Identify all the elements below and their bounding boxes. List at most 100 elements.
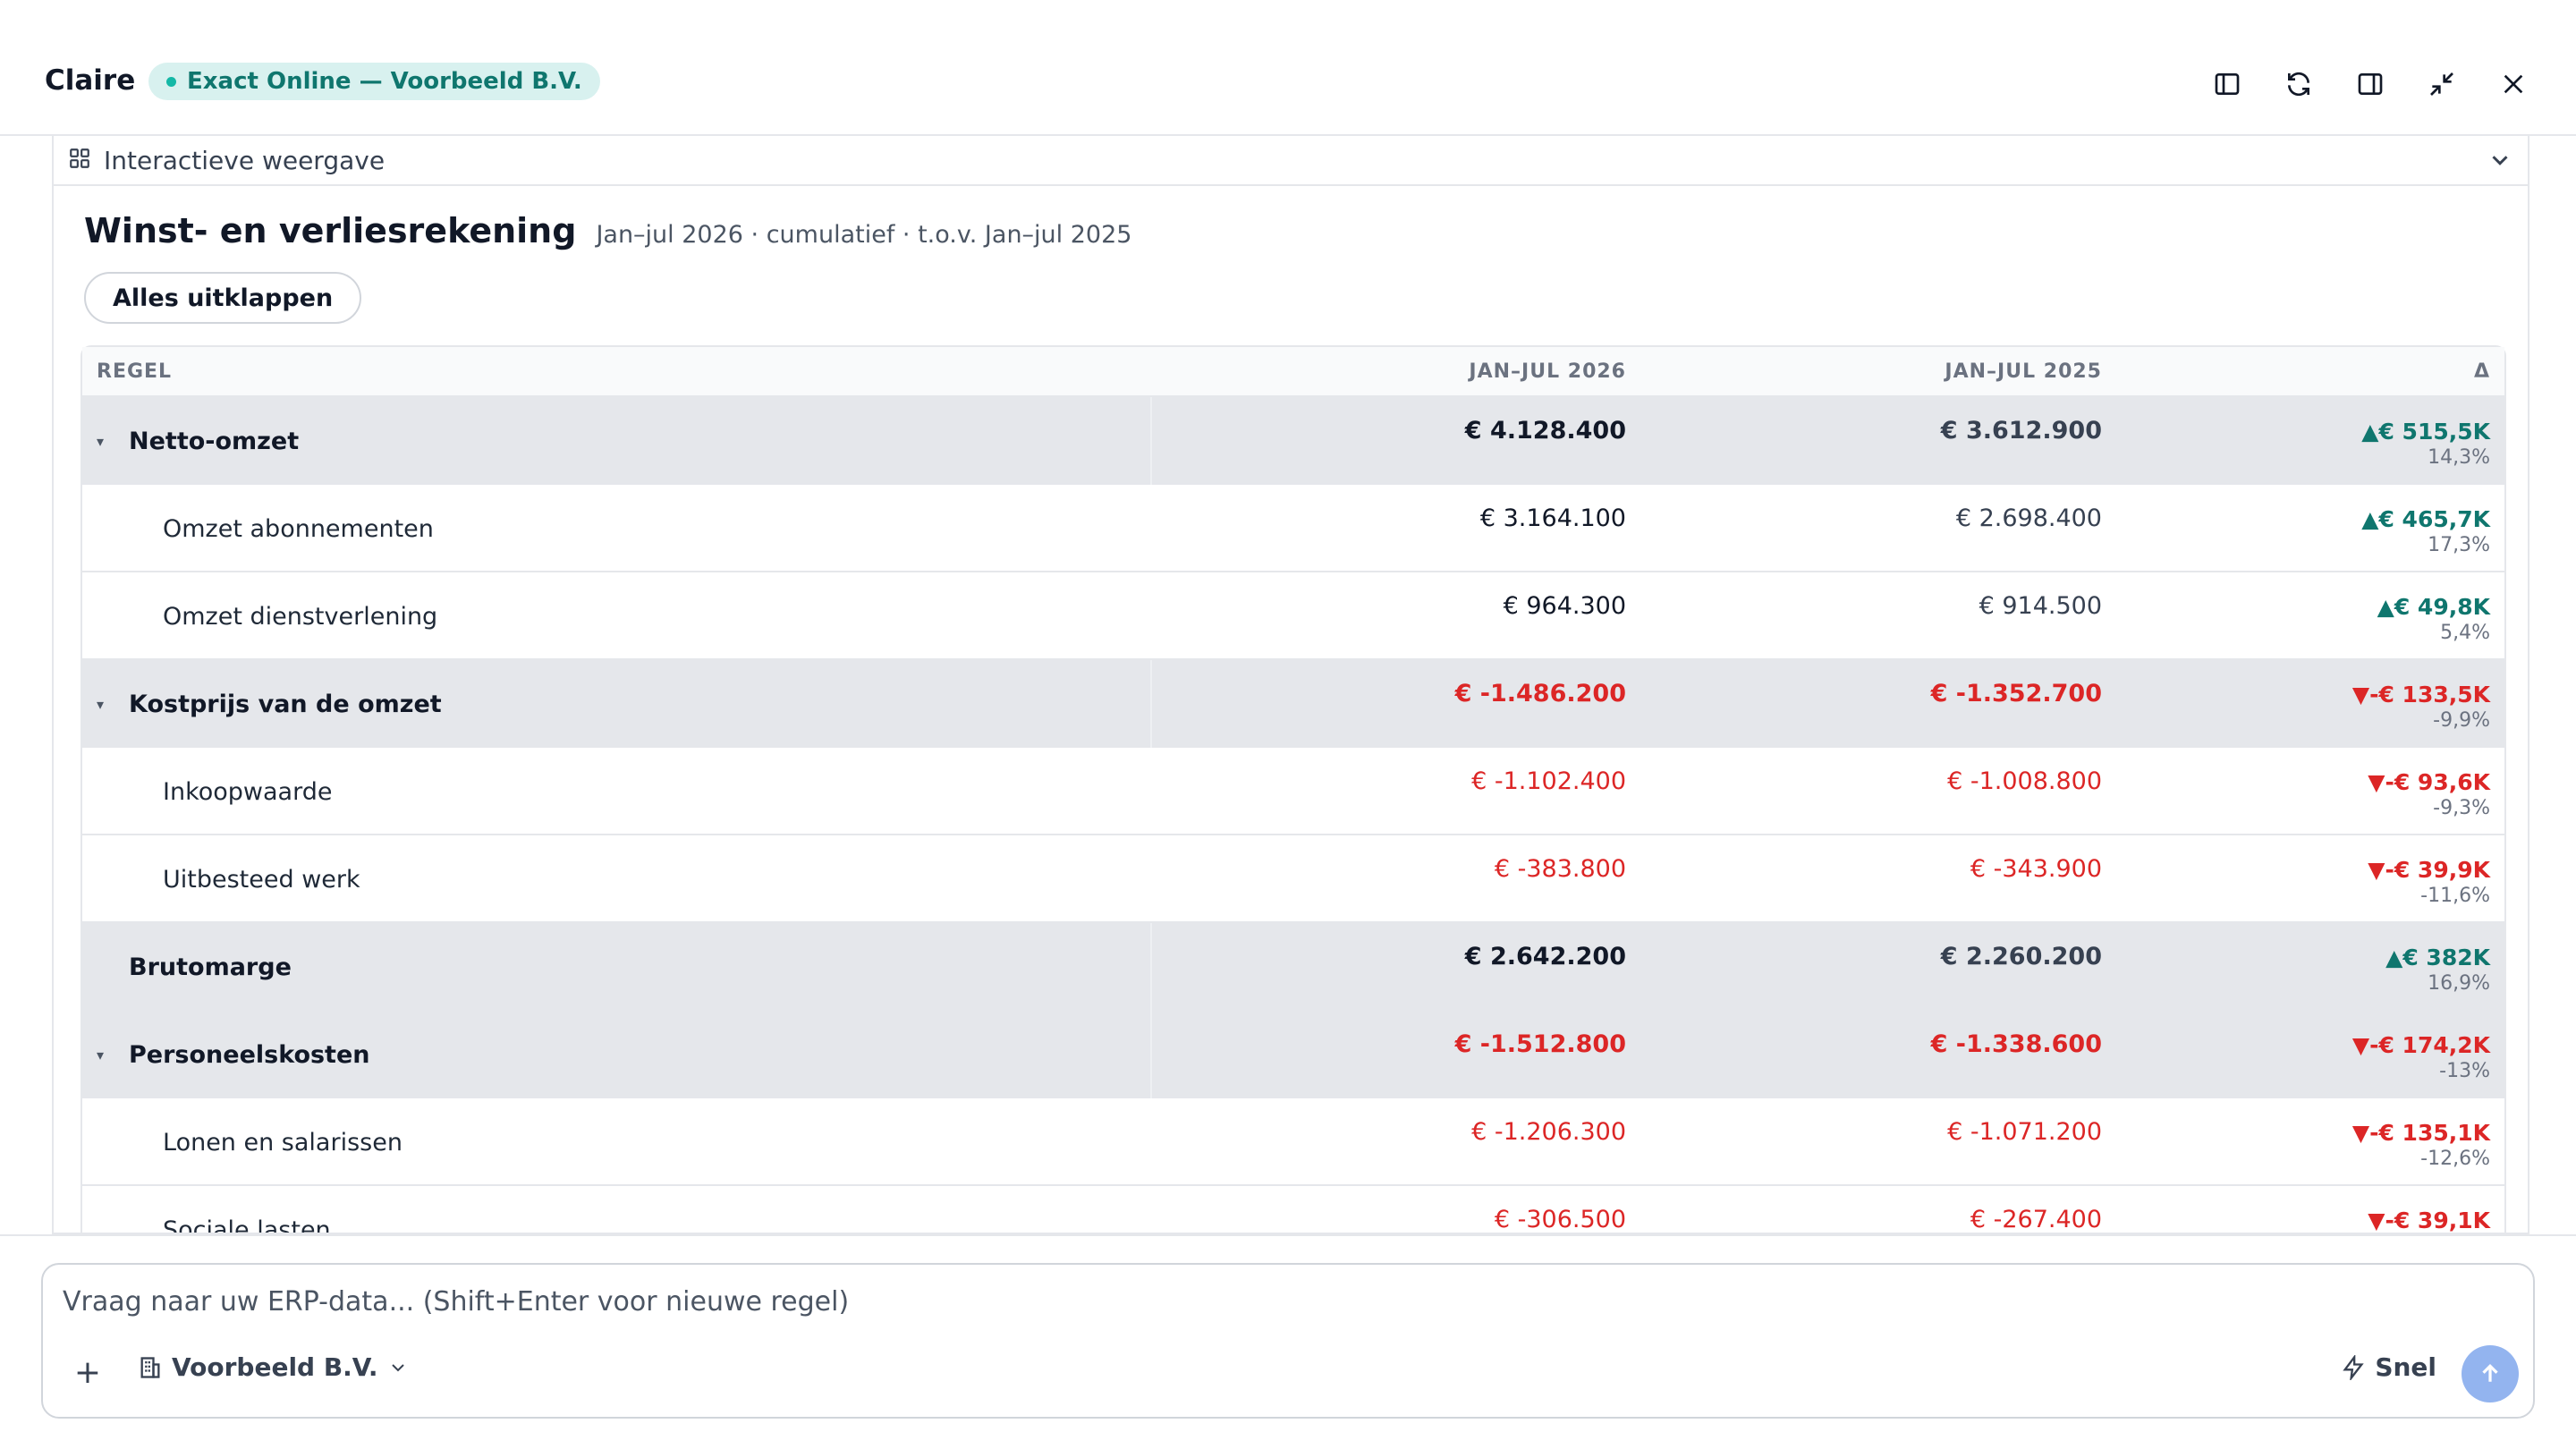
table-row: Lonen en salarissen € -1.206.300 € -1.071.…: [82, 1098, 2504, 1186]
expand-all-button[interactable]: Alles uitklappen: [84, 272, 362, 324]
refresh-icon[interactable]: [2283, 68, 2315, 100]
delta-cell: ▲€ 465,7K 17,3%: [2102, 485, 2504, 571]
value-2025: € 914.500: [1979, 592, 2102, 620]
row-label-cell: ▾ Netto-omzet: [82, 397, 1152, 485]
table-row: Inkoopwaarde € -1.102.400 € -1.008.800 ▼-€ …: [82, 748, 2504, 835]
value-2026: € -306.500: [1494, 1206, 1626, 1233]
row-label: Uitbesteed werk: [163, 865, 360, 894]
building-icon: [140, 1356, 160, 1378]
report-subtitle: Jan–jul 2026 · cumulatief · t.o.v. Jan–j…: [596, 221, 1132, 249]
caret-down-icon[interactable]: ▾: [97, 696, 129, 713]
delta-cell: ▼-€ 174,2K -13%: [2102, 1011, 2504, 1097]
app-header: Claire Exact Online — Voorbeeld B.V.: [0, 0, 2576, 136]
panel-toggle-bar[interactable]: Interactieve weergave: [54, 136, 2528, 186]
delta-value: ▼-€ 39,9K: [2368, 857, 2490, 883]
chevron-down-icon[interactable]: [2487, 147, 2513, 177]
table-row[interactable]: ▾ Personeelskosten € -1.512.800 € -1.338.60…: [82, 1011, 2504, 1098]
close-icon[interactable]: [2497, 68, 2529, 100]
row-label-cell: Uitbesteed werk: [82, 835, 1152, 923]
plus-icon[interactable]: +: [70, 1354, 106, 1391]
delta-cell: ▼-€ 93,6K -9,3%: [2102, 748, 2504, 834]
delta-percent: -11,6%: [2420, 885, 2490, 907]
value-2026: € -1.486.200: [1454, 680, 1626, 708]
value-2025: € -1.352.700: [1930, 680, 2102, 708]
row-label: Kostprijs van de omzet: [129, 690, 442, 718]
row-label-cell: Omzet abonnementen: [82, 485, 1152, 572]
table-row: Omzet abonnementen € 3.164.100 € 2.698.400…: [82, 485, 2504, 572]
delta-percent: -9,3%: [2433, 797, 2490, 819]
row-label-cell: Brutomarge: [82, 923, 1152, 1011]
row-label: Personeelskosten: [129, 1040, 370, 1069]
row-label-cell: ▾ Personeelskosten: [82, 1011, 1152, 1098]
table-header: REGEL JAN–JUL 2026 JAN–JUL 2025 Δ: [82, 347, 2504, 397]
caret-down-icon[interactable]: ▾: [97, 433, 129, 450]
delta-cell: ▼-€ 39,1K: [2102, 1186, 2504, 1233]
sidebar-right-icon[interactable]: [2354, 68, 2386, 100]
delta-value: ▲€ 465,7K: [2361, 506, 2490, 532]
chevron-down-icon: [391, 1363, 404, 1371]
delta-percent: 16,9%: [2428, 972, 2490, 995]
header-2025[interactable]: JAN–JUL 2025: [1626, 360, 2102, 383]
row-label-cell: Sociale lasten: [82, 1186, 1152, 1234]
delta-value: ▼-€ 135,1K: [2351, 1120, 2490, 1146]
header-regel[interactable]: REGEL: [82, 360, 1152, 383]
header-delta[interactable]: Δ: [2102, 360, 2504, 383]
row-label-cell: ▾ Kostprijs van de omzet: [82, 660, 1152, 748]
row-label-cell: Lonen en salarissen: [82, 1098, 1152, 1186]
delta-percent: 5,4%: [2440, 622, 2490, 644]
delta-value: ▲€ 515,5K: [2361, 419, 2490, 445]
value-2025: € 2.260.200: [1940, 943, 2102, 970]
header-2026[interactable]: JAN–JUL 2026: [1152, 360, 1626, 383]
table-row[interactable]: ▾ Netto-omzet € 4.128.400 € 3.612.900 ▲€ 515…: [82, 397, 2504, 485]
delta-percent: -9,9%: [2433, 709, 2490, 732]
table-row[interactable]: ▾ Kostprijs van de omzet € -1.486.200 € -1.…: [82, 660, 2504, 748]
connection-badge[interactable]: Exact Online — Voorbeeld B.V.: [148, 63, 600, 100]
delta-percent: -12,6%: [2420, 1148, 2490, 1170]
value-2025: € 3.612.900: [1940, 417, 2102, 445]
mode-selector[interactable]: Snel: [2341, 1352, 2436, 1382]
arrow-up-icon: [2482, 1363, 2498, 1382]
value-2026: € -383.800: [1494, 855, 1626, 883]
delta-cell: ▼-€ 135,1K -12,6%: [2102, 1098, 2504, 1184]
table-row: Uitbesteed werk € -383.800 € -343.900 ▼-€ 3…: [82, 835, 2504, 923]
connection-label: Exact Online — Voorbeeld B.V.: [187, 68, 582, 95]
row-label: Sociale lasten: [163, 1216, 331, 1234]
report-title: Winst- en verliesrekening: [84, 211, 577, 250]
value-2026: € 3.164.100: [1479, 504, 1626, 532]
row-label: Lonen en salarissen: [163, 1128, 402, 1157]
table-row: Sociale lasten € -306.500 € -267.400 ▼-€ 39…: [82, 1186, 2504, 1234]
company-selector[interactable]: Voorbeeld B.V.: [138, 1352, 409, 1382]
row-label: Omzet dienstverlening: [163, 602, 438, 631]
row-label: Omzet abonnementen: [163, 514, 434, 543]
row-label: Netto-omzet: [129, 427, 300, 455]
row-label: Inkoopwaarde: [163, 777, 333, 806]
sidebar-left-icon[interactable]: [2211, 68, 2243, 100]
value-2025: € 2.698.400: [1955, 504, 2102, 532]
caret-down-icon[interactable]: ▾: [97, 1046, 129, 1063]
delta-cell: ▲€ 515,5K 14,3%: [2102, 397, 2504, 483]
delta-value: ▼-€ 174,2K: [2351, 1032, 2490, 1058]
delta-value: ▼-€ 39,1K: [2368, 1208, 2490, 1233]
value-2026: € -1.206.300: [1471, 1118, 1626, 1146]
delta-percent: 14,3%: [2428, 446, 2490, 469]
value-2025: € -1.008.800: [1947, 767, 2102, 795]
row-label: Brutomarge: [129, 953, 292, 981]
delta-value: ▲€ 382K: [2385, 945, 2490, 970]
delta-cell: ▼-€ 133,5K -9,9%: [2102, 660, 2504, 746]
interactive-panel: Interactieve weergave Winst- en verliesr…: [52, 136, 2529, 1234]
delta-value: ▼-€ 133,5K: [2351, 682, 2490, 708]
grid-icon: [68, 147, 91, 174]
mode-label: Snel: [2375, 1352, 2436, 1382]
lightning-icon: [2343, 1354, 2365, 1380]
status-dot-icon: [166, 76, 176, 87]
chat-input[interactable]: [63, 1279, 2388, 1324]
row-label-cell: Omzet dienstverlening: [82, 572, 1152, 660]
company-name: Voorbeeld B.V.: [172, 1352, 378, 1382]
table-row: Brutomarge € 2.642.200 € 2.260.200 ▲€ 382K 1…: [82, 923, 2504, 1011]
send-button[interactable]: [2462, 1345, 2519, 1402]
delta-value: ▲€ 49,8K: [2377, 594, 2490, 620]
value-2026: € -1.102.400: [1471, 767, 1626, 795]
delta-cell: ▲€ 382K 16,9%: [2102, 923, 2504, 1009]
minimize-icon[interactable]: [2426, 68, 2458, 100]
value-2025: € -267.400: [1970, 1206, 2102, 1233]
